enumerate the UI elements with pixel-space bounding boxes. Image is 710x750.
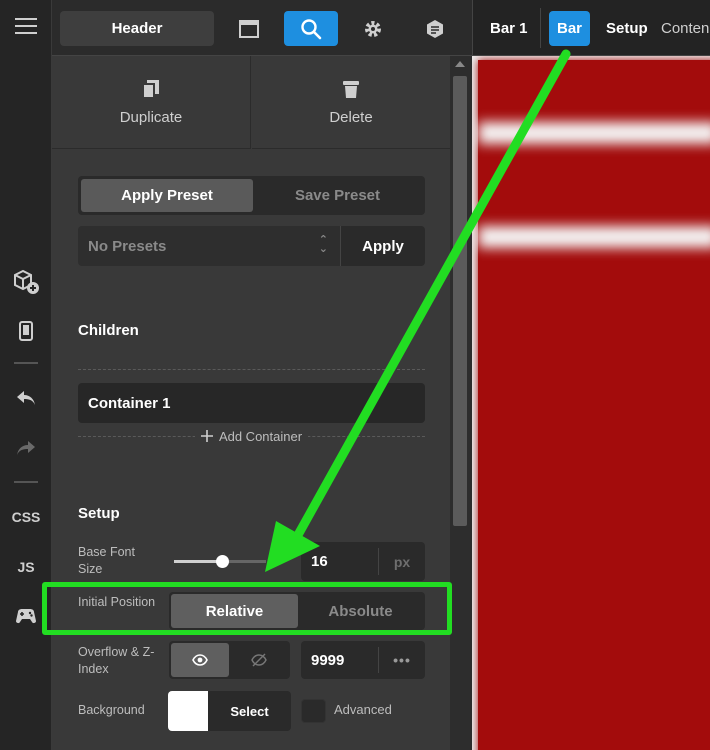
annotation-arrow bbox=[265, 49, 571, 572]
